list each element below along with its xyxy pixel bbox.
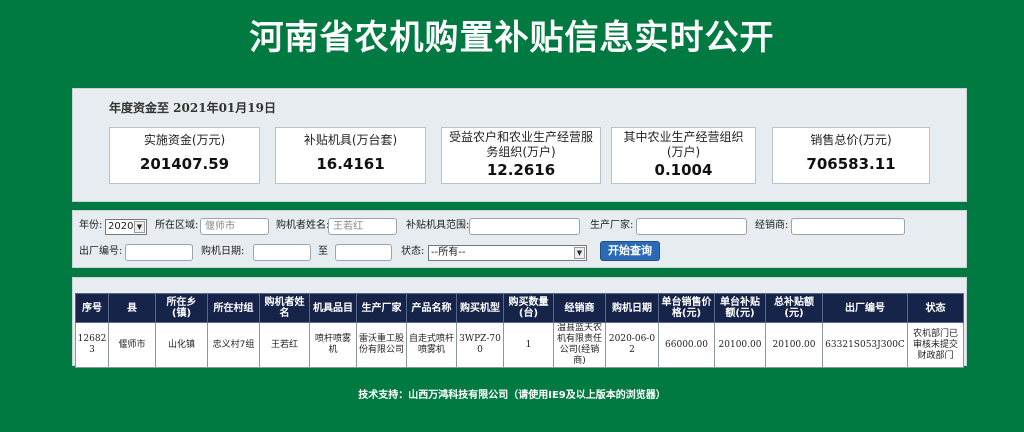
funds-card-total-sales: 销售总价(万元) 706583.11	[772, 127, 930, 184]
funds-card-beneficiaries: 受益农户和农业生产经营服务组织(万户) 12.2616	[441, 127, 601, 184]
search-panel: 年份: 2020 ▼ 所在区域: 偃师市 购机者姓名: 王若红 补贴机具范围: …	[72, 210, 967, 268]
card-value: 0.1004	[654, 161, 713, 179]
results-panel: 序号 县 所在乡(镇) 所在村组 购机者姓名 机具品目 生产厂家 产品名称 购买…	[72, 277, 967, 368]
card-label: 补贴机具(万台套)	[303, 133, 398, 147]
subsidy-table: 序号 县 所在乡(镇) 所在村组 购机者姓名 机具品目 生产厂家 产品名称 购买…	[75, 293, 964, 368]
status-select[interactable]: --所有-- ▼	[428, 245, 587, 261]
card-label: 销售总价(万元)	[810, 133, 892, 147]
scope-input[interactable]	[469, 218, 580, 235]
cell-buyer: 王若红	[259, 322, 310, 368]
header-unit-price: 单台销售价格(元)	[658, 293, 715, 323]
card-label: 受益农户和农业生产经营服务组织(万户)	[448, 130, 593, 159]
funds-card-organizations: 其中农业生产经营组织(万户) 0.1004	[611, 127, 756, 184]
serial-label: 出厂编号:	[79, 246, 123, 257]
header-product: 产品名称	[406, 293, 457, 323]
area-label: 所在区域:	[155, 220, 199, 231]
dealer-label: 经销商:	[755, 220, 789, 231]
maker-input[interactable]	[636, 218, 747, 235]
maker-label: 生产厂家:	[590, 220, 634, 231]
header-status: 状态	[907, 293, 964, 323]
cell-total-subsidy: 20100.00	[765, 322, 823, 368]
buyer-name-label: 购机者姓名:	[276, 220, 330, 231]
funds-card-implemented: 实施资金(万元) 201407.59	[109, 127, 260, 184]
cell-quantity: 1	[503, 322, 554, 368]
cell-unit-subsidy: 20100.00	[714, 322, 766, 368]
header-model: 购买机型	[456, 293, 504, 323]
date-from-input[interactable]	[253, 244, 311, 261]
cell-serial: 63321S053J300C	[822, 322, 908, 368]
cell-product: 自走式喷杆喷雾机	[406, 322, 457, 368]
cell-purchase-date: 2020-06-02	[605, 322, 659, 368]
header-purchase-date: 购机日期	[605, 293, 659, 323]
header-index: 序号	[75, 293, 109, 323]
header-buyer: 购机者姓名	[259, 293, 310, 323]
cell-model: 3WPZ-700	[456, 322, 504, 368]
card-label: 其中农业生产经营组织(万户)	[623, 130, 744, 159]
card-value: 12.2616	[486, 161, 556, 179]
card-value: 706583.11	[806, 155, 896, 173]
funds-heading: 年度资金至 2021年01月19日	[109, 101, 276, 115]
cell-dealer: 温县蓝天农机有限责任公司(经销商)	[553, 322, 606, 368]
header-unit-subsidy: 单台补贴额(元)	[714, 293, 766, 323]
year-label: 年份:	[79, 220, 103, 231]
cell-county: 偃师市	[108, 322, 156, 368]
start-query-button[interactable]: 开始查询	[600, 241, 660, 261]
card-value: 16.4161	[316, 155, 385, 173]
chevron-down-icon: ▼	[134, 221, 145, 233]
header-dealer: 经销商	[553, 293, 606, 323]
cell-status: 农机部门已审核未提交财政部门	[907, 322, 964, 368]
purchase-date-label: 购机日期:	[201, 246, 245, 257]
annual-funds-panel: 年度资金至 2021年01月19日 实施资金(万元) 201407.59 补贴机…	[72, 88, 967, 202]
page-title: 河南省农机购置补贴信息实时公开	[249, 18, 775, 58]
status-label: 状态:	[401, 246, 425, 257]
header-maker: 生产厂家	[356, 293, 407, 323]
cell-maker: 雷沃重工股份有限公司	[356, 322, 407, 368]
dealer-input[interactable]	[791, 218, 905, 235]
cell-township: 山化镇	[155, 322, 208, 368]
header-total-subsidy: 总补贴额(元)	[765, 293, 823, 323]
header-serial: 出厂编号	[822, 293, 908, 323]
cell-village: 忠义村7组	[207, 322, 260, 368]
table-row: 126823 偃师市 山化镇 忠义村7组 王若红 喷杆喷雾机 雷沃重工股份有限公…	[75, 322, 964, 368]
date-to-label: 至	[318, 246, 328, 257]
cell-index: 126823	[75, 322, 109, 368]
chevron-down-icon: ▼	[574, 247, 585, 259]
area-input[interactable]: 偃师市	[200, 218, 269, 235]
header-township: 所在乡(镇)	[155, 293, 208, 323]
buyer-name-input[interactable]: 王若红	[328, 218, 397, 235]
header-county: 县	[108, 293, 156, 323]
scope-label: 补贴机具范围:	[406, 220, 470, 231]
date-to-input[interactable]	[335, 244, 392, 261]
header-quantity: 购买数量(台)	[503, 293, 554, 323]
header-category: 机具品目	[309, 293, 357, 323]
status-select-value: --所有--	[431, 247, 466, 258]
serial-input[interactable]	[125, 244, 193, 261]
cell-category: 喷杆喷雾机	[309, 322, 357, 368]
card-label: 实施资金(万元)	[143, 133, 226, 147]
card-value: 201407.59	[139, 155, 230, 173]
funds-card-machines: 补贴机具(万台套) 16.4161	[275, 127, 426, 184]
table-header-row: 序号 县 所在乡(镇) 所在村组 购机者姓名 机具品目 生产厂家 产品名称 购买…	[75, 293, 964, 323]
year-select-value: 2020	[108, 221, 134, 232]
footer-tech-support: 技术支持：山西万鸿科技有限公司（请使用IE9及以上版本的浏览器）	[358, 390, 666, 401]
cell-unit-price: 66000.00	[658, 322, 715, 368]
year-select[interactable]: 2020 ▼	[105, 219, 147, 235]
header-village: 所在村组	[207, 293, 260, 323]
